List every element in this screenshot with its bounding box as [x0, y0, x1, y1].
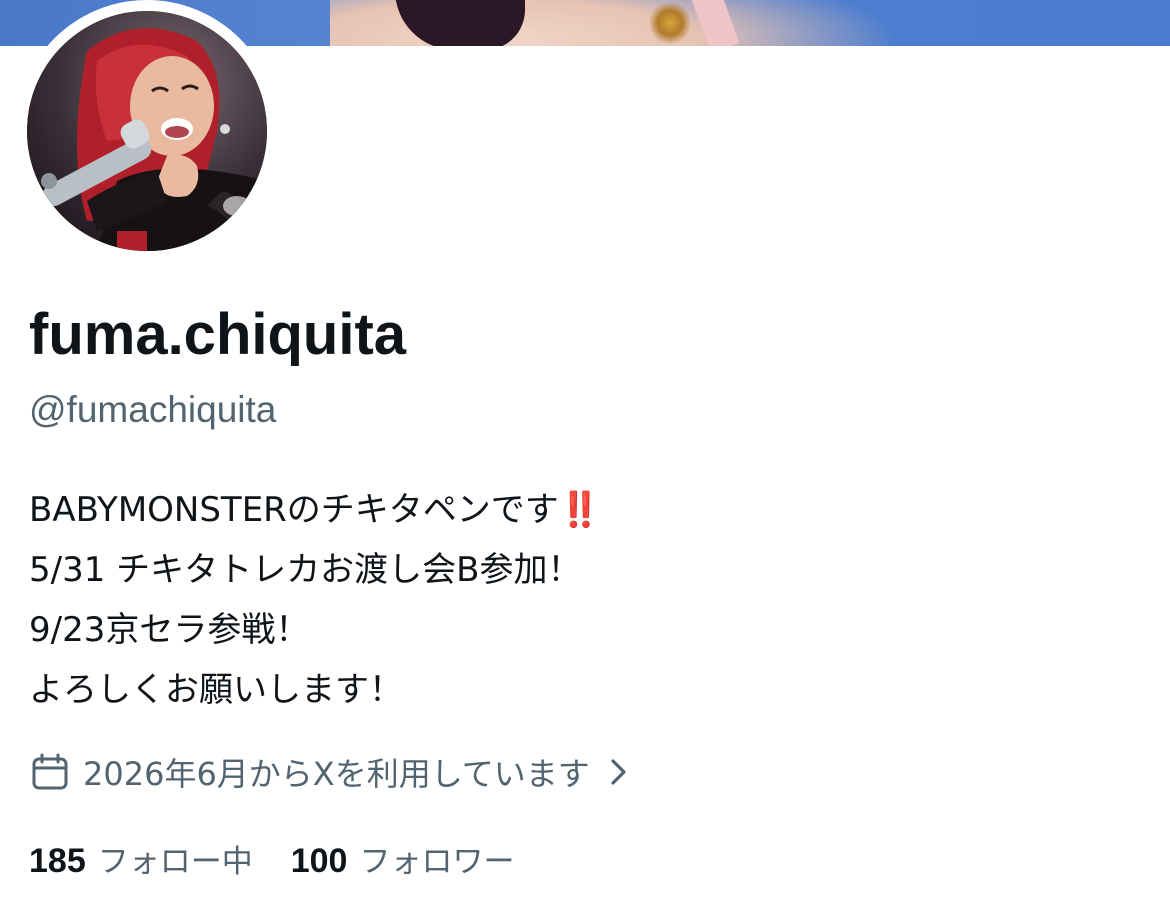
bio-line-1: BABYMONSTERのチキタペンです‼️	[29, 480, 1129, 540]
avatar[interactable]	[27, 11, 267, 251]
profile-bio: BABYMONSTERのチキタペンです‼️ 5/31 チキタトレカお渡し会B参加…	[29, 480, 1129, 720]
follow-stats: 185 フォロー中 100 フォロワー	[29, 834, 552, 882]
followers-count: 100	[290, 841, 348, 880]
following-count: 185	[29, 841, 86, 880]
profile-page: fuma.chiquita @fumachiquita BABYMONSTERの…	[0, 0, 1170, 897]
bio-line-4: よろしくお願いします！	[29, 670, 403, 710]
bio-line-3: 9/23京セラ参戦！	[29, 610, 310, 650]
following-label: フォロー中	[97, 843, 253, 880]
user-handle: @fumachiquita	[29, 389, 277, 430]
following-link[interactable]: 185 フォロー中	[29, 836, 253, 881]
join-date-text: 2026年6月からXを利用しています	[83, 755, 590, 793]
join-date-row[interactable]: 2026年6月からXを利用しています	[31, 750, 630, 794]
calendar-icon	[32, 753, 68, 790]
banner-jewel	[650, 0, 690, 46]
followers-label: フォロワー	[359, 843, 515, 880]
avatar-photo-icon	[27, 11, 267, 251]
double-exclamation-icon: ‼️	[558, 490, 601, 530]
followers-link[interactable]: 100 フォロワー	[291, 836, 515, 881]
display-name: fuma.chiquita	[29, 302, 407, 367]
bio-line-2: 5/31 チキタトレカお渡し会B参加！	[29, 550, 582, 590]
chevron-right-icon	[611, 759, 626, 785]
bio-line-1-text: BABYMONSTERのチキタペンです	[29, 490, 559, 530]
